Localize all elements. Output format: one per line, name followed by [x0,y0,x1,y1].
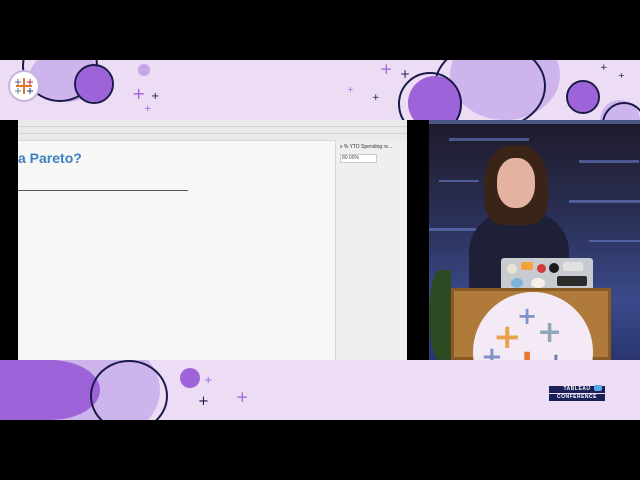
decor-ring [90,360,168,420]
laptop-sticker [549,263,559,273]
shared-screen: a Pareto? x % YTD Spending re... 80.00% [18,120,407,360]
stage-light [429,120,640,124]
logo-line-conference: CONFERENCE [549,394,605,401]
laptop-sticker [521,262,533,270]
plus-icon: + [347,85,354,94]
tableau-logo-icon: + [545,350,567,360]
stage-light [579,160,639,163]
plus-icon: + [600,63,608,73]
parameter-panel: x % YTD Spending re... 80.00% [335,140,407,360]
tableau-logo-icon: + [517,302,538,330]
plus-icon: + [372,93,380,103]
decor-block [0,360,100,420]
tableau-logo-icon [8,70,40,102]
laptop-sticker [511,278,523,288]
parameter-field-label: x % YTD Spending re... [340,144,393,150]
plus-icon: + [144,104,152,114]
decor-dot [180,368,200,388]
plus-icon: + [236,388,249,406]
stage-light [569,200,640,203]
parameter-value-input[interactable]: 80.00% [340,154,377,163]
tableau-logo-icon: + [481,342,503,360]
decor-dot [138,64,150,76]
speaker-video: + + + + + + [429,120,640,360]
decor-ring [74,64,114,104]
laptop-sticker [563,262,583,271]
stage-light [439,180,479,182]
slide-title: a Pareto? [18,150,82,166]
plus-icon: + [400,67,411,81]
plus-icon: + [618,71,625,80]
plant [429,270,451,360]
plus-icon: + [204,375,213,386]
laptop-sticker [507,264,517,274]
title-underline [18,190,188,191]
laptop-sticker [531,278,545,288]
top-decorative-band: + + + + + + + + + [0,60,640,120]
decor-ring [566,80,600,114]
tableau-logo-icon: + [507,342,547,360]
toolbar-divider [18,126,407,127]
laptop-sticker [537,264,546,273]
stage-light [449,138,529,141]
stage-light [589,240,640,242]
stage-light [429,228,479,231]
plus-icon: + [380,60,393,78]
plus-icon: + [132,84,146,103]
plus-icon: + [198,394,209,409]
plus-icon: + [151,91,160,102]
logo-accent-icon [594,385,602,391]
toolbar-divider [18,133,407,134]
app-toolbar [18,120,407,141]
laptop-sticker [557,276,587,286]
speaker-face [497,158,535,208]
tableau-conference-logo: TABLEAU CONFERENCE [549,385,607,402]
bottom-decorative-band: + + + [0,360,640,420]
